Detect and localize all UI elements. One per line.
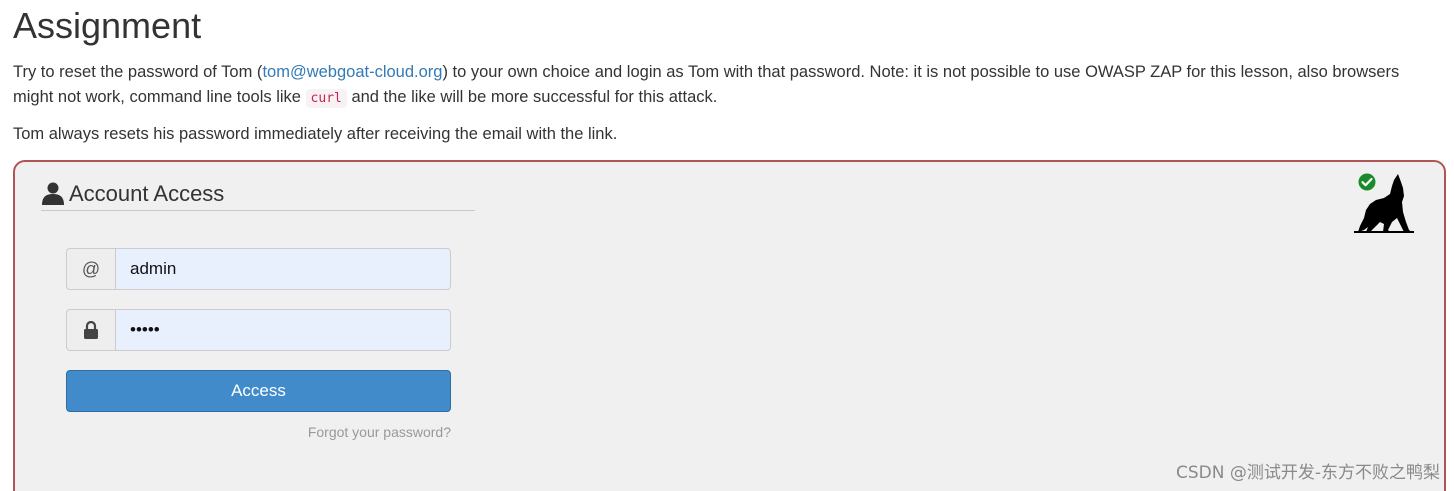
curl-code: curl: [305, 89, 347, 108]
email-field[interactable]: [115, 248, 451, 290]
account-access-panel: Account Access @ Access Forgot your pass…: [13, 160, 1446, 491]
panel-heading: Account Access: [41, 180, 475, 211]
page: Assignment Try to reset the password of …: [0, 0, 1454, 491]
at-sign-icon: @: [66, 248, 115, 290]
wolf-icon: [1354, 174, 1414, 233]
page-title: Assignment: [13, 5, 202, 46]
panel-title: Account Access: [69, 181, 225, 206]
email-input-group: @: [66, 248, 451, 290]
watermark: CSDN @测试开发-东方不败之鸭梨: [1175, 463, 1440, 483]
assignment-note: Tom always resets his password immediate…: [13, 125, 618, 143]
intro-text-1: Try to reset the password of Tom (: [13, 63, 263, 81]
password-field[interactable]: [115, 309, 451, 351]
tom-email-link[interactable]: tom@webgoat-cloud.org: [262, 63, 442, 81]
user-icon: [42, 182, 64, 205]
assignment-description: Try to reset the password of Tom (tom@we…: [13, 60, 1438, 111]
access-button[interactable]: Access: [66, 370, 451, 412]
intro-text-3: and the like will be more successful for…: [346, 88, 718, 106]
forgot-password-link[interactable]: Forgot your password?: [66, 424, 451, 440]
password-input-group: [66, 309, 451, 351]
lock-icon: [66, 309, 115, 351]
